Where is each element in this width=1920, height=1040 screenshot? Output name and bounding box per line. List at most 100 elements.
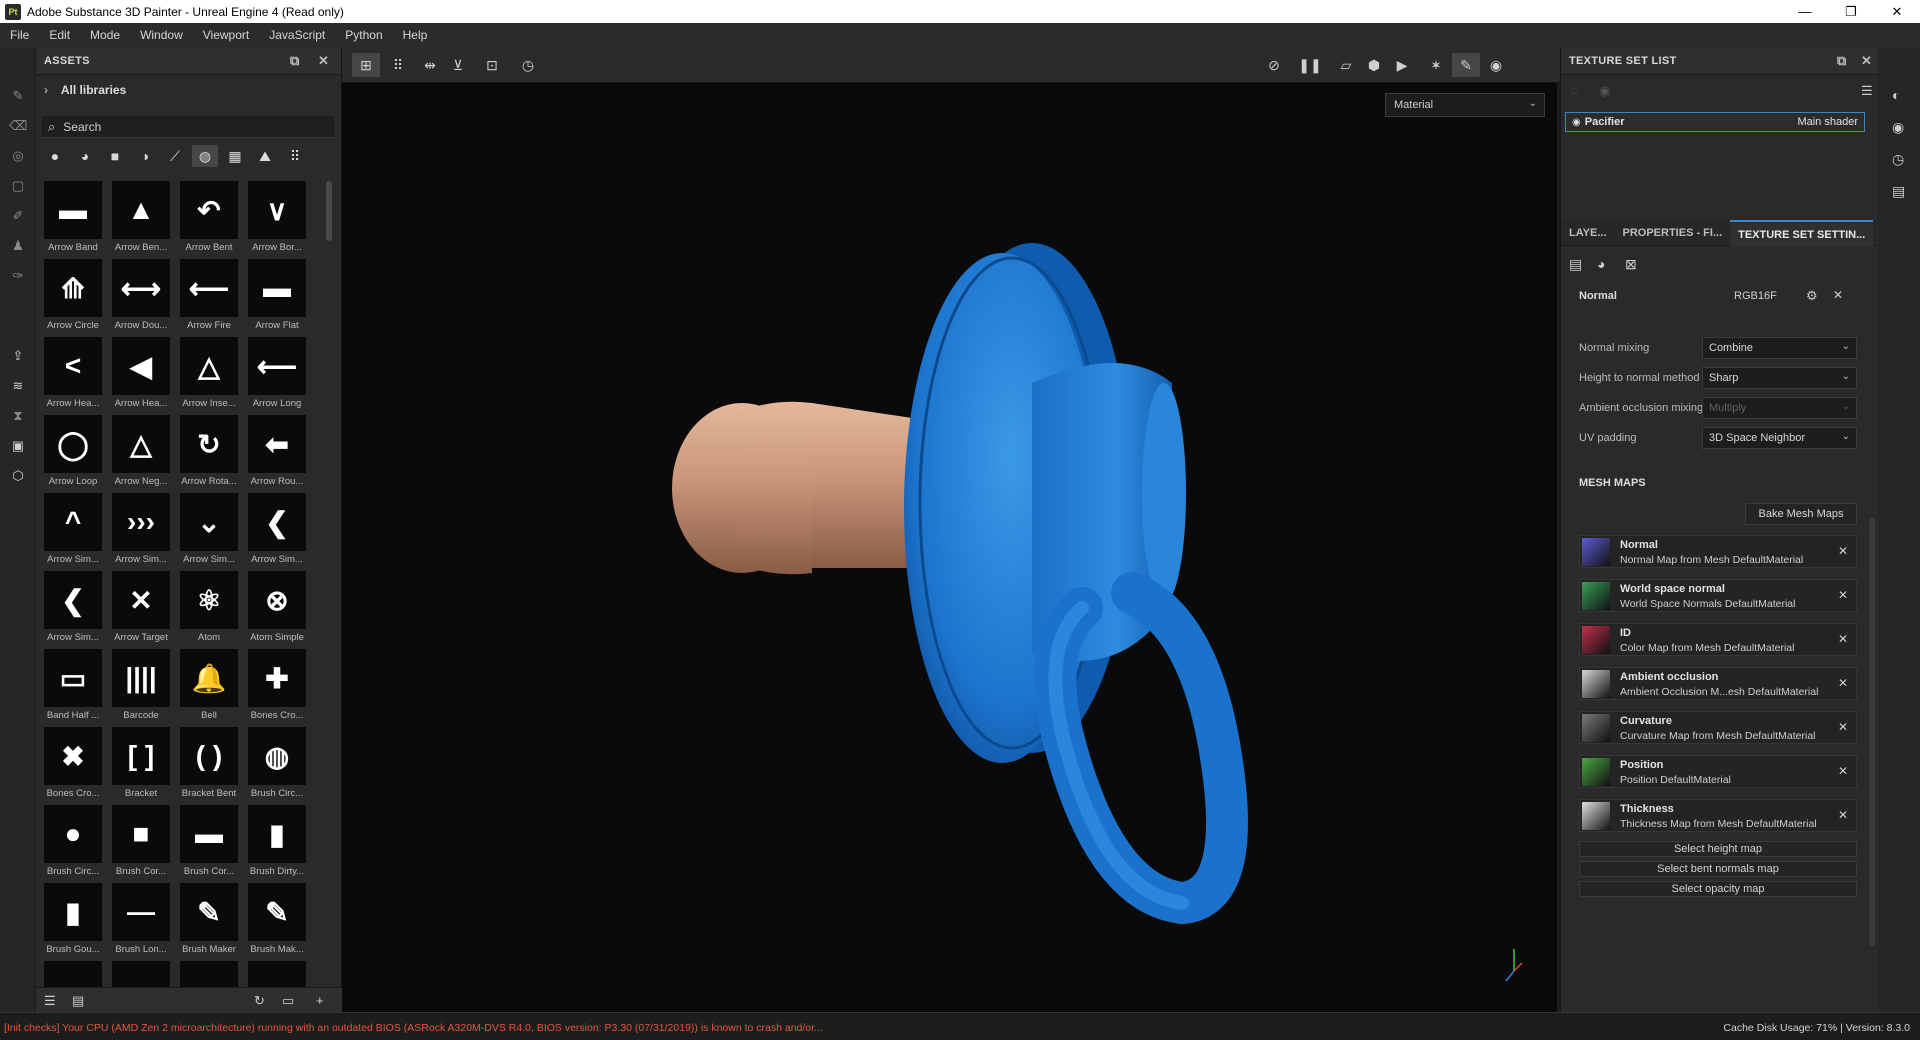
asset-item[interactable]: ⟵ Arrow Fire [180,259,242,335]
asset-item[interactable]: ✎ Brush Maker [180,883,242,959]
projection-tool-icon[interactable]: ◎ [9,147,27,165]
mesh-map-slot[interactable]: Position Position DefaultMaterial ✕ [1579,755,1857,788]
gear-icon[interactable]: ⚙ [1806,288,1818,304]
symmetry-icon[interactable]: ⇹ [416,53,444,77]
asset-item[interactable]: ✎ Brush Mak... [248,883,310,959]
asset-item[interactable]: ✚ Bones Cro... [248,649,310,725]
export-icon[interactable]: ⇪ [9,347,27,365]
asset-item[interactable]: ››› Arrow Sim... [112,493,174,569]
asset-item[interactable]: ▬ Brush Cor... [180,805,242,881]
remove-map-icon[interactable]: ✕ [1838,808,1848,822]
log-icon[interactable]: ▤ [1892,183,1905,200]
library-selector[interactable]: › All libraries [44,83,126,97]
3d-viewport[interactable]: Material ⌄ [342,83,1557,1012]
save-search-icon[interactable]: ▤ [72,993,84,1009]
screenshot-icon[interactable]: ◉ [1482,53,1510,77]
mask-filter-icon[interactable]: ■ [102,145,128,167]
grid-snap-icon[interactable]: ⊞ [352,53,380,77]
menu-help[interactable]: Help [393,28,438,42]
menu-mode[interactable]: Mode [80,28,130,42]
asset-item[interactable]: ⟰ Arrow Circle [44,259,106,335]
shader-settings-icon[interactable]: ◐ [1892,87,1900,103]
asset-item[interactable]: ▬ Arrow Band [44,181,106,257]
asset-item[interactable]: ▭ Band Half ... [44,649,106,725]
asset-item[interactable]: ↻ Arrow Rota... [180,415,242,491]
grid-view-icon[interactable]: ⠿ [282,145,308,167]
menu-viewport[interactable]: Viewport [193,28,259,42]
display-settings-icon[interactable]: ◉ [1892,119,1904,136]
alpha-filter-icon[interactable]: ◍ [192,145,218,167]
asset-item[interactable]: ▬ Arrow Flat [248,259,310,335]
close-window-button[interactable]: ✕ [1874,0,1920,23]
asset-item[interactable]: ( ) Bracket Bent [180,727,242,803]
picker-tool-icon[interactable]: ✑ [9,267,27,285]
normal-format[interactable]: RGB16F [1734,290,1777,302]
remove-map-icon[interactable]: ✕ [1838,676,1848,690]
close-panel-icon[interactable]: ✕ [1861,53,1872,69]
refresh-icon[interactable]: ↻ [254,993,265,1009]
asset-item[interactable]: ◍ Brush Circ... [248,727,310,803]
asset-item[interactable]: ◀ Arrow Hea... [112,337,174,413]
eye-icon[interactable]: ◉ [1572,117,1581,128]
asset-scrollbar[interactable] [326,181,332,241]
remove-map-icon[interactable]: ✕ [1838,764,1848,778]
asset-item[interactable]: ▲ Arrow Ben... [112,181,174,257]
shelf-icon[interactable]: ▣ [9,437,27,455]
asset-item[interactable]: ❮ Arrow Sim... [248,493,310,569]
asset-item[interactable]: ⟵ Arrow Long [248,337,310,413]
close-panel-icon[interactable]: ✕ [318,53,329,69]
paint-tool-icon[interactable]: ✎ [9,87,27,105]
tab-layers[interactable]: LAYE... [1561,220,1615,246]
menu-python[interactable]: Python [335,28,392,42]
brush-filter-icon[interactable]: ⟋ [162,145,188,167]
cube-icon[interactable]: ⬡ [9,467,27,485]
asset-item[interactable]: ⚛ Atom [180,571,242,647]
pause-icon[interactable]: ❚❚ [1296,53,1324,77]
asset-item[interactable]: |||| Barcode [112,649,174,725]
asset-item[interactable]: ✕ Arrow Target [112,571,174,647]
asset-item[interactable]: ⬅ Arrow Rou... [248,415,310,491]
clone-tool-icon[interactable]: ♟ [9,237,27,255]
mesh-map-slot[interactable]: Thickness Thickness Map from Mesh Default… [1579,799,1857,832]
list-view-icon[interactable]: ☰ [44,993,56,1009]
asset-item[interactable]: ⊗ Atom Simple [248,571,310,647]
height-to-normal-dropdown[interactable]: Sharp ⌄ [1702,367,1857,389]
bake-icon[interactable]: ≋ [9,377,27,395]
texture-filter-icon[interactable]: ▦ [222,145,248,167]
maximize-button[interactable]: ❐ [1828,0,1874,23]
filter-filter-icon[interactable]: ◑ [132,145,158,167]
asset-item[interactable]: ⟷ Arrow Dou... [112,259,174,335]
polygon-fill-icon[interactable]: ▢ [9,177,27,195]
asset-item[interactable]: △ Arrow Neg... [112,415,174,491]
paint-mode-icon[interactable]: ✎ [1452,53,1480,77]
texture-set-row[interactable]: ◉ Pacifier Main shader [1565,112,1865,132]
select-opacity-map-button[interactable]: Select opacity map [1579,881,1857,897]
asset-item[interactable]: ● Brush Circ... [44,805,106,881]
lighting-icon[interactable]: ✶ [1422,53,1450,77]
uv-icon[interactable]: ⊠ [1625,256,1637,273]
float-panel-icon[interactable]: ⧉ [290,53,300,69]
float-panel-icon[interactable]: ⧉ [1837,53,1847,69]
menu-icon[interactable]: ☰ [1861,83,1873,99]
folder-icon[interactable]: ▭ [282,993,294,1009]
history-icon[interactable]: ◷ [514,53,542,77]
asset-item[interactable]: ◯ Arrow Loop [44,415,106,491]
settings-sheet-icon[interactable]: ▤ [1569,256,1582,273]
mesh-map-slot[interactable]: Normal Normal Map from Mesh DefaultMateri… [1579,535,1857,568]
minimize-button[interactable]: — [1782,0,1828,23]
status-warning[interactable]: [Init checks] Your CPU (AMD Zen 2 microa… [4,1022,823,1034]
asset-item[interactable]: < Arrow Hea... [44,337,106,413]
menu-javascript[interactable]: JavaScript [259,28,335,42]
2d-view-icon[interactable]: ▱ [1332,53,1360,77]
asset-item[interactable]: ■ Brush Cor... [112,805,174,881]
fit-view-icon[interactable]: ⊡ [478,53,506,77]
bake-mesh-maps-button[interactable]: Bake Mesh Maps [1745,503,1857,525]
3d-view-icon[interactable]: ⬢ [1360,53,1388,77]
menu-edit[interactable]: Edit [39,28,80,42]
mesh-map-slot[interactable]: ID Color Map from Mesh DefaultMaterial ✕ [1579,623,1857,656]
visibility-off-icon[interactable]: ◌ [1571,83,1579,98]
camera-icon[interactable]: ▶ [1388,53,1416,77]
select-bent-normals-button[interactable]: Select bent normals map [1579,861,1857,877]
history-icon[interactable]: ◷ [1892,151,1904,168]
smart-material-filter-icon[interactable]: ◕ [72,145,98,167]
